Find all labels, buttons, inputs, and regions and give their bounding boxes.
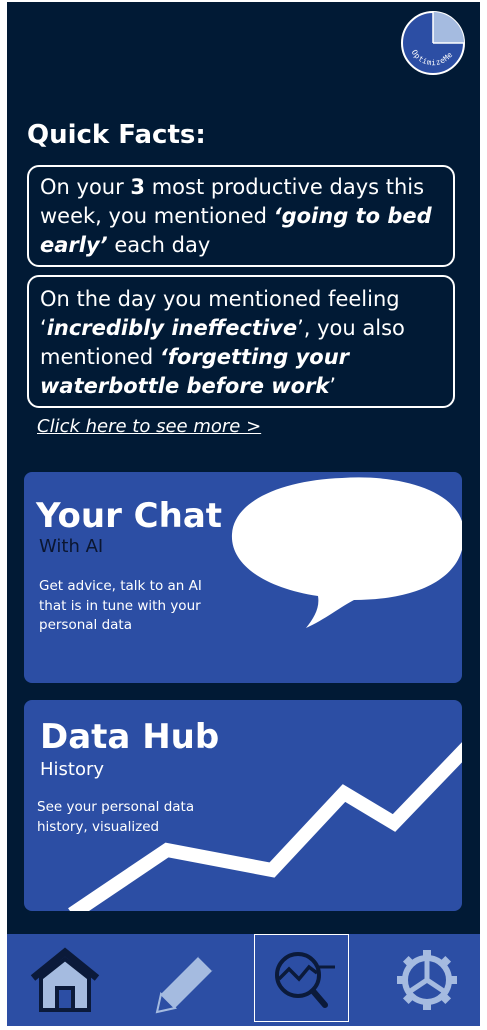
hub-card-title: Data Hub bbox=[40, 717, 220, 757]
nav-journal[interactable] bbox=[135, 934, 231, 1022]
chat-card-subtitle: With AI bbox=[39, 536, 104, 557]
pencil-icon bbox=[155, 954, 215, 1014]
gear-icon bbox=[397, 950, 457, 1010]
chart-search-icon bbox=[275, 952, 335, 1008]
nav-home[interactable] bbox=[17, 934, 113, 1022]
nav-settings[interactable] bbox=[377, 934, 473, 1022]
hub-card-subtitle: History bbox=[40, 759, 105, 780]
app-screen: OptimizeMe Quick Facts: On your 3 most p… bbox=[7, 2, 480, 1026]
nav-insights[interactable] bbox=[254, 934, 349, 1022]
optimizeme-logo-icon: OptimizeMe bbox=[401, 11, 465, 75]
see-more-link[interactable]: Click here to see more > bbox=[37, 416, 261, 437]
fact-card-ineffective: On the day you mentioned feeling ‘incred… bbox=[27, 275, 455, 408]
device-frame: OptimizeMe Quick Facts: On your 3 most p… bbox=[0, 0, 487, 1030]
chat-card-title: Your Chat bbox=[36, 496, 223, 536]
speech-bubble-icon bbox=[231, 477, 462, 628]
quick-facts-heading: Quick Facts: bbox=[27, 120, 206, 150]
your-chat-card[interactable]: Your Chat With AI Get advice, talk to an… bbox=[24, 472, 462, 683]
bottom-nav bbox=[7, 934, 480, 1026]
fact-card-productive-days: On your 3 most productive days this week… bbox=[27, 165, 455, 267]
hub-card-description: See your personal data history, visualiz… bbox=[37, 799, 195, 835]
chat-card-description: Get advice, talk to an AI that is in tun… bbox=[39, 578, 202, 633]
home-icon bbox=[30, 947, 100, 1012]
data-hub-card[interactable]: Data Hub History See your personal data … bbox=[24, 700, 462, 911]
